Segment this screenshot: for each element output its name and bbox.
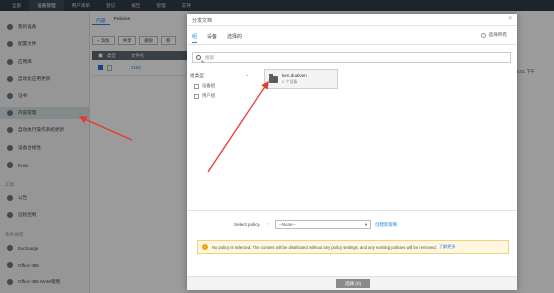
warning-icon: ! (202, 244, 208, 250)
filter-label: 设备组 (202, 83, 216, 88)
checkbox[interactable] (194, 93, 199, 99)
no-policy-notice: ! No policy is selected. The content wil… (197, 240, 509, 254)
policy-label: Select policy (234, 222, 260, 227)
policy-value: --None-- (279, 222, 296, 227)
group-name: ken.dualven (282, 73, 307, 78)
chevron-down-icon: ▾ (364, 221, 368, 227)
close-icon[interactable]: × (508, 16, 512, 22)
filter-user-group[interactable]: 用户组 (194, 93, 215, 99)
group-card-text: ken.dualven 0 个设备 (282, 73, 307, 85)
checkbox[interactable] (194, 83, 199, 89)
tab-selected[interactable]: 选择的 (227, 33, 242, 43)
filter-device-group[interactable]: 设备组 (194, 83, 215, 89)
divider (187, 44, 517, 45)
tab-groups[interactable]: 组 (192, 33, 198, 43)
search-placeholder: 搜索 (205, 54, 215, 60)
dialog-tabs: 组 设备 选择的 (192, 33, 252, 43)
search-icon (196, 55, 201, 60)
dialog-title: 分发文档 (192, 18, 213, 24)
chevron-down-icon[interactable]: ⌄ (245, 72, 249, 78)
group-card[interactable]: ken.dualven 0 个设备 (264, 69, 338, 89)
notice-text: No policy is selected. The content will … (212, 244, 437, 250)
tab-devices[interactable]: 设备 (207, 33, 217, 43)
policy-row: Select policy : --None-- ▾ 创建新策略 (234, 220, 397, 229)
group-device-count: 0 个设备 (282, 79, 298, 84)
divider (187, 210, 517, 211)
create-policy-link[interactable]: 创建新策略 (375, 222, 397, 228)
group-type-label: 组类型 (190, 73, 204, 78)
folder-icon (269, 73, 278, 83)
select-all-radio[interactable]: 选择所有 (480, 32, 507, 38)
select-button[interactable]: 选择 (0) (336, 279, 370, 288)
search-input[interactable]: 搜索 (192, 52, 511, 63)
filter-label: 用户组 (202, 93, 216, 98)
distribute-document-dialog: 分发文档 × 组 设备 选择的 选择所有 搜索 组类型 ⌄ 设备组 用户组 ke… (187, 14, 517, 290)
select-all-label: 选择所有 (488, 32, 507, 37)
policy-colon: : (267, 222, 270, 227)
policy-select[interactable]: --None-- ▾ (275, 220, 372, 229)
learn-more-link[interactable]: 了解更多 (439, 244, 456, 250)
divider (187, 25, 517, 26)
radio-icon[interactable] (480, 32, 486, 38)
